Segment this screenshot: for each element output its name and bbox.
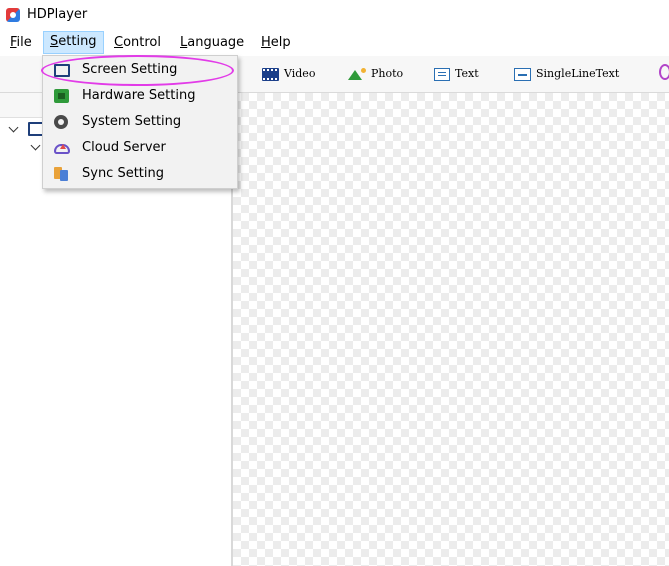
- menu-item-cloud-server[interactable]: Cloud Server: [44, 135, 236, 161]
- sync-icon: [54, 167, 68, 181]
- toolbar-video-button[interactable]: Video: [262, 65, 315, 83]
- toolbar-text-label: Text: [455, 67, 479, 80]
- menu-file-rest: ile: [16, 35, 32, 50]
- chevron-down-icon[interactable]: [8, 122, 19, 133]
- menu-file[interactable]: File: [4, 32, 38, 53]
- text-icon: [434, 67, 450, 81]
- menu-item-hardware-setting[interactable]: Hardware Setting: [44, 83, 236, 109]
- menu-control-rest: ontrol: [123, 35, 161, 50]
- clock-icon[interactable]: [659, 64, 669, 80]
- chip-icon: [54, 89, 69, 103]
- window-title: HDPlayer: [27, 7, 88, 22]
- menu-control[interactable]: Control: [108, 32, 167, 53]
- menu-language[interactable]: Language: [174, 32, 250, 53]
- menu-setting[interactable]: Setting: [43, 31, 104, 54]
- menu-item-label: Cloud Server: [82, 140, 166, 155]
- menu-item-sync-setting[interactable]: Sync Setting: [44, 161, 236, 187]
- menu-help-accel: H: [261, 35, 271, 50]
- toolbar-single-line-text-label: SingleLineText: [536, 67, 620, 80]
- toolbar-photo-label: Photo: [371, 67, 404, 80]
- menu-item-screen-setting[interactable]: Screen Setting: [44, 57, 236, 83]
- menu-item-label: System Setting: [82, 114, 182, 129]
- photo-icon: [348, 68, 366, 80]
- toolbar-single-line-text-button[interactable]: SingleLineText: [514, 65, 619, 83]
- single-line-text-icon: [514, 67, 531, 81]
- toolbar-text-button[interactable]: Text: [434, 65, 479, 83]
- gear-icon: [54, 115, 68, 129]
- menu-item-label: Sync Setting: [82, 166, 165, 181]
- chevron-down-icon[interactable]: [30, 140, 41, 151]
- menu-help[interactable]: Help: [255, 32, 297, 53]
- video-icon: [262, 67, 279, 81]
- menu-control-accel: C: [114, 35, 124, 50]
- hdplayer-app-icon: [6, 8, 20, 22]
- menu-help-rest: elp: [270, 35, 291, 50]
- title-bar: HDPlayer: [0, 0, 669, 30]
- menu-item-label: Screen Setting: [82, 62, 178, 77]
- preview-canvas[interactable]: [233, 93, 669, 566]
- screen-icon: [54, 64, 70, 77]
- menu-language-rest: anguage: [187, 35, 245, 50]
- menu-setting-rest: etting: [58, 34, 97, 49]
- toolbar-photo-button[interactable]: Photo: [348, 65, 403, 83]
- menu-item-system-setting[interactable]: System Setting: [44, 109, 236, 135]
- setting-dropdown-menu: Screen Setting Hardware Setting System S…: [42, 55, 238, 189]
- cloud-upload-icon: [54, 144, 70, 154]
- menu-bar: File Setting Control Language Help: [0, 31, 669, 54]
- menu-item-label: Hardware Setting: [82, 88, 196, 103]
- toolbar-video-label: Video: [284, 67, 316, 80]
